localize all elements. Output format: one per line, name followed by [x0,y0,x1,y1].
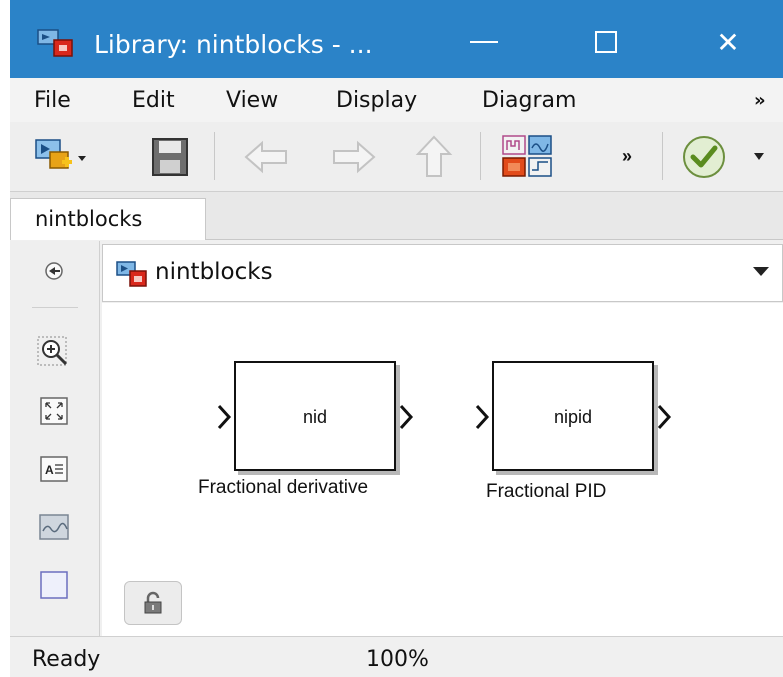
toolbar: » [10,122,783,192]
menu-display[interactable]: Display [336,88,417,113]
toolbar-overflow-button[interactable]: » [622,146,632,167]
hide-explorer-icon [45,262,63,280]
block-fractional-pid[interactable]: nipid [492,361,654,471]
title-bar[interactable]: Library: nintblocks - ... ✕ [10,0,783,78]
new-library-icon [35,139,86,169]
area-icon [40,571,68,599]
block-label: nipid [553,407,593,427]
minimize-button[interactable] [454,14,514,70]
library-browser-button[interactable] [500,132,556,182]
library-browser-icon [502,135,552,177]
close-icon: ✕ [716,26,740,58]
image-icon [39,514,69,540]
library-model-icon [116,261,147,287]
breadcrumb[interactable]: nintblocks [155,259,273,285]
menu-bar: File Edit View Display Diagram » [10,78,783,122]
tab-strip: nintblocks [10,192,783,240]
palette-divider [32,307,78,308]
hide-explorer-button[interactable] [36,253,72,289]
menu-view[interactable]: View [226,88,278,113]
text-annotation-button[interactable]: A [36,451,72,487]
block-name[interactable]: Fractional PID [486,481,606,503]
output-port-icon [399,404,414,430]
close-button[interactable]: ✕ [698,14,758,70]
back-arrow-icon [244,140,287,174]
svg-text:A: A [45,463,54,477]
tab-label: nintblocks [35,207,143,231]
lock-icon [144,591,162,614]
save-button[interactable] [150,136,190,178]
maximize-icon [595,31,617,53]
save-icon [152,138,188,176]
fit-to-view-icon [40,397,68,425]
text-annotation-icon: A [40,456,68,482]
menu-edit[interactable]: Edit [132,88,175,113]
up-arrow-icon [415,135,453,177]
simulink-library-window: Library: nintblocks - ... ✕ File Edit Vi… [10,0,783,677]
input-port-icon [217,404,232,430]
forward-arrow-icon [333,140,376,174]
tab-nintblocks[interactable]: nintblocks [10,198,206,240]
status-text: Ready [32,647,101,672]
fit-to-view-button[interactable] [36,393,72,429]
zoom-level: 100% [366,647,429,672]
minimize-icon [470,41,498,43]
new-library-button[interactable] [32,136,88,178]
toolbar-separator [480,132,481,180]
maximize-button[interactable] [576,14,636,70]
model-canvas[interactable]: nid Fractional derivative nipid Fraction… [102,303,783,636]
up-button[interactable] [414,134,454,180]
forward-button[interactable] [328,138,378,176]
status-bar: Ready 100% [10,636,783,677]
back-button[interactable] [242,138,292,176]
check-button[interactable] [680,134,770,180]
block-name[interactable]: Fractional derivative [198,477,368,499]
address-bar[interactable]: nintblocks [102,244,783,302]
toolbar-separator [662,132,663,180]
chevron-down-icon[interactable] [753,267,769,276]
image-button[interactable] [36,509,72,545]
window-title: Library: nintblocks - ... [94,30,373,59]
input-port-icon [475,404,490,430]
unlock-library-button[interactable] [124,581,182,625]
simulink-library-icon [37,29,73,57]
toolbar-separator [214,132,215,180]
zoom-in-icon [37,336,68,366]
block-label: nid [302,407,328,427]
area-button[interactable] [36,567,72,603]
menu-file[interactable]: File [34,88,71,113]
menu-diagram[interactable]: Diagram [482,88,576,113]
left-palette: A [10,241,100,636]
block-fractional-derivative[interactable]: nid [234,361,396,471]
check-icon [683,136,764,178]
output-port-icon [657,404,672,430]
menu-overflow-button[interactable]: » [754,90,766,111]
zoom-in-button[interactable] [36,335,72,371]
